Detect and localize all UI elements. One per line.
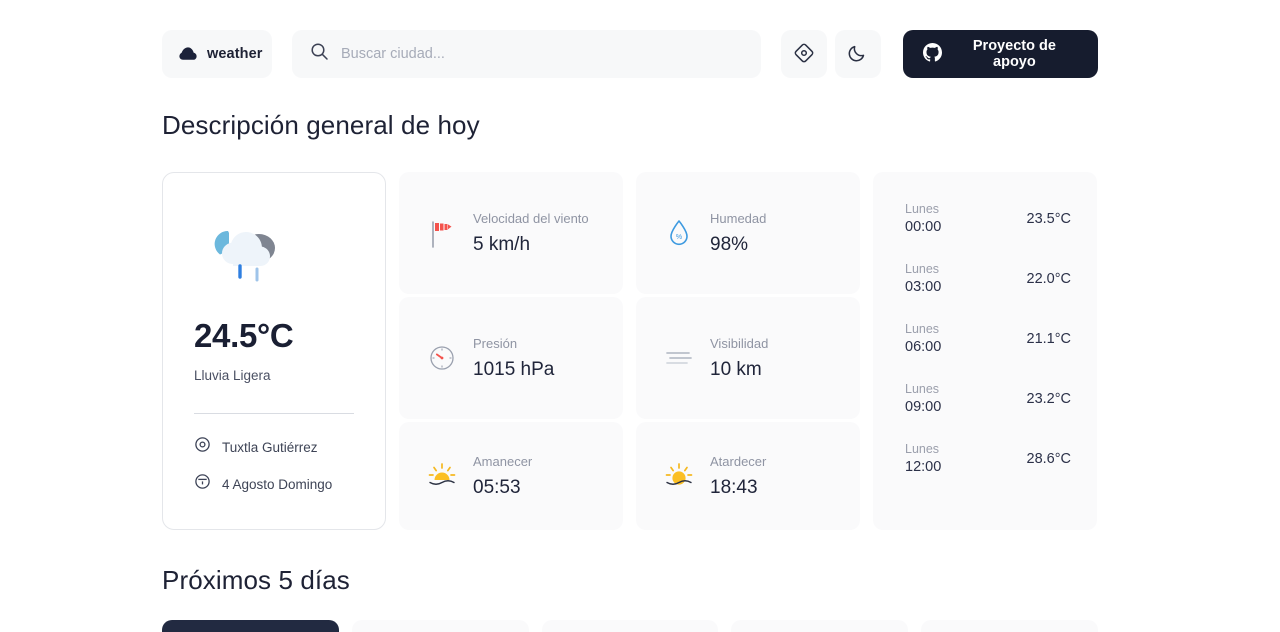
hourly-day: Lunes (905, 262, 940, 276)
support-project-button[interactable]: Proyecto de apoyo (902, 30, 1098, 78)
calendar-icon (194, 473, 211, 495)
metric-card-sunset: Atardecer 18:43 (636, 422, 860, 530)
metric-value: 05:53 (473, 477, 521, 499)
compass-locate-icon (793, 42, 815, 67)
hourly-temp: 21.1°C (1026, 330, 1072, 347)
rain-cloud-icon (194, 203, 354, 299)
windsock-icon (425, 216, 459, 250)
date-row: 4 Agosto Domingo (194, 473, 354, 495)
metric-card-wind: Velocidad del viento 5 km/h (399, 172, 623, 294)
metric-label: Atardecer (710, 453, 767, 469)
sunset-icon (662, 461, 696, 491)
day-card[interactable] (541, 620, 719, 632)
locate-button[interactable] (780, 30, 827, 78)
theme-toggle-button[interactable] (834, 30, 881, 78)
hourly-time: 06:00 (905, 339, 942, 355)
brand-label: weather (207, 46, 263, 62)
metric-label: Humedad (710, 210, 767, 226)
metric-value: 1015 hPa (473, 359, 555, 381)
metric-value: 98% (710, 234, 749, 256)
hourly-day: Lunes (905, 382, 940, 396)
hourly-row: Lunes 12:00 28.6°C (905, 442, 1071, 475)
metric-label: Visibilidad (710, 335, 769, 351)
search-icon (310, 42, 329, 66)
five-day-forecast-strip (162, 620, 1098, 632)
location-pin-icon (194, 436, 211, 458)
metric-value: 18:43 (710, 477, 758, 499)
hourly-row: Lunes 03:00 22.0°C (905, 262, 1071, 295)
search-input[interactable] (340, 46, 741, 62)
day-card[interactable] (351, 620, 529, 632)
metric-value: 5 km/h (473, 234, 531, 256)
brand-logo[interactable]: weather (162, 30, 272, 78)
current-description: Lluvia Ligera (194, 368, 271, 383)
hourly-day: Lunes (905, 322, 940, 336)
hourly-forecast-panel: Lunes 00:00 23.5°C Lunes 03:00 22.0°C Lu… (873, 172, 1097, 530)
humidity-droplet-icon: % (662, 218, 696, 248)
hourly-time: 12:00 (905, 459, 942, 475)
svg-text:%: % (676, 234, 682, 241)
five-day-forecast-title: Próximos 5 días (162, 565, 350, 595)
hourly-temp: 23.5°C (1026, 210, 1072, 227)
weather-app-page: weather Buscar ciudad... Proyecto de apo… (0, 0, 1280, 632)
current-temperature: 24.5°C (194, 317, 294, 354)
current-weather-card: 24.5°C Lluvia Ligera Tuxtla Gutiérrez 4 … (162, 172, 386, 530)
card-divider (194, 413, 354, 414)
location-label: Tuxtla Gutiérrez (222, 439, 318, 455)
day-card[interactable] (731, 620, 909, 632)
hourly-time: 03:00 (905, 279, 942, 295)
today-overview-title: Descripción general de hoy (162, 110, 480, 140)
hourly-time: 09:00 (905, 399, 942, 415)
weather-grid: 24.5°C Lluvia Ligera Tuxtla Gutiérrez 4 … (162, 172, 1098, 532)
sunrise-icon (425, 461, 459, 491)
metric-card-visibility: Visibilidad 10 km (636, 297, 860, 419)
support-project-label: Proyecto de apoyo (972, 38, 1056, 70)
app-header: weather Buscar ciudad... Proyecto de apo… (162, 30, 1098, 78)
day-card[interactable] (921, 620, 1098, 632)
metric-card-humidity: % Humedad 98% (636, 172, 860, 294)
moon-icon (847, 42, 868, 66)
metric-label: Amanecer (473, 453, 533, 469)
github-icon (922, 42, 942, 66)
hourly-day: Lunes (905, 442, 940, 456)
hourly-temp: 28.6°C (1026, 450, 1072, 467)
hourly-row: Lunes 00:00 23.5°C (905, 202, 1071, 235)
search-bar[interactable] (291, 30, 761, 78)
hourly-row: Lunes 09:00 23.2°C (905, 382, 1071, 415)
date-label: 4 Agosto Domingo (222, 476, 333, 492)
hourly-day: Lunes (905, 202, 940, 216)
metric-label: Presión (473, 335, 518, 351)
day-card-selected[interactable] (162, 620, 339, 632)
metric-label: Velocidad del viento (473, 210, 589, 226)
metric-card-sunrise: Amanecer 05:53 (399, 422, 623, 530)
barometer-icon (425, 343, 459, 373)
hourly-temp: 22.0°C (1026, 270, 1072, 287)
metric-value: 10 km (710, 359, 762, 381)
visibility-fog-icon (662, 346, 696, 370)
hourly-row: Lunes 06:00 21.1°C (905, 322, 1071, 355)
cloud-icon (178, 46, 198, 62)
metric-card-pressure: Presión 1015 hPa (399, 297, 623, 419)
hourly-time: 00:00 (905, 219, 942, 235)
hourly-temp: 23.2°C (1026, 390, 1072, 407)
location-row: Tuxtla Gutiérrez (194, 436, 354, 458)
